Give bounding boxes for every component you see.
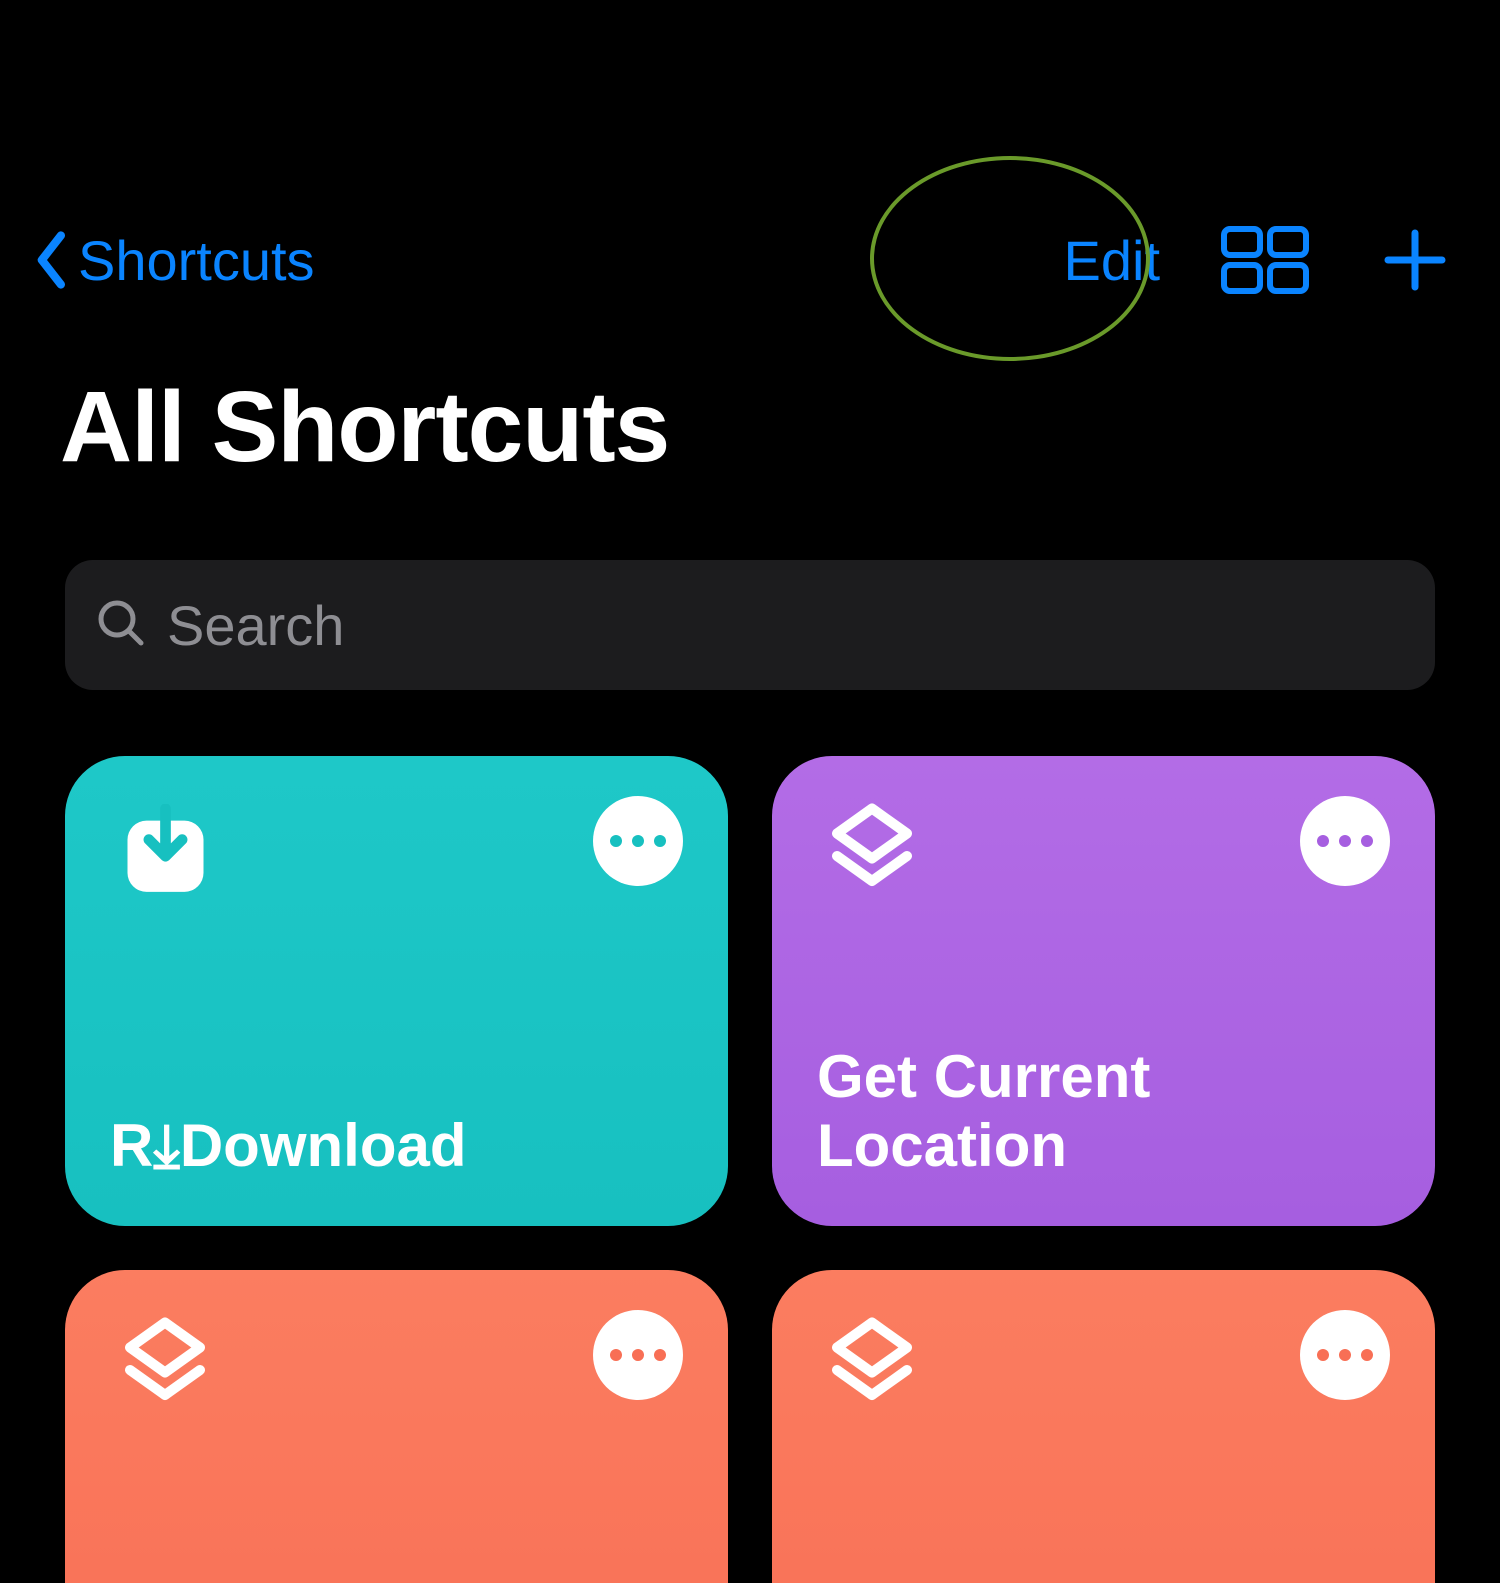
chevron-left-icon [30, 225, 70, 295]
shortcut-card[interactable] [772, 1270, 1435, 1583]
ellipsis-icon [1317, 1349, 1329, 1361]
edit-button[interactable]: Edit [1064, 228, 1161, 293]
page-title: All Shortcuts [60, 370, 669, 485]
download-icon [110, 796, 220, 906]
ellipsis-icon [610, 835, 622, 847]
shortcut-card[interactable] [65, 1270, 728, 1583]
shortcuts-icon [110, 1310, 220, 1420]
grid-view-icon[interactable] [1220, 215, 1310, 305]
ellipsis-icon [1317, 835, 1329, 847]
more-button[interactable] [1300, 796, 1390, 886]
nav-bar: Shortcuts Edit [0, 200, 1500, 320]
shortcut-card[interactable]: R⤓Download [65, 756, 728, 1226]
back-button[interactable]: Shortcuts [30, 225, 315, 295]
more-button[interactable] [593, 796, 683, 886]
search-placeholder: Search [167, 593, 344, 658]
more-button[interactable] [1300, 1310, 1390, 1400]
shortcuts-icon [817, 796, 927, 906]
shortcut-title: Get Current Location [817, 1042, 1390, 1186]
search-icon [95, 597, 147, 654]
shortcuts-icon [817, 1310, 927, 1420]
search-input[interactable]: Search [65, 560, 1435, 690]
shortcut-title: R⤓Download [110, 1111, 683, 1186]
shortcut-card[interactable]: Get Current Location [772, 756, 1435, 1226]
back-label: Shortcuts [78, 228, 315, 293]
more-button[interactable] [593, 1310, 683, 1400]
add-button[interactable] [1370, 215, 1460, 305]
ellipsis-icon [610, 1349, 622, 1361]
